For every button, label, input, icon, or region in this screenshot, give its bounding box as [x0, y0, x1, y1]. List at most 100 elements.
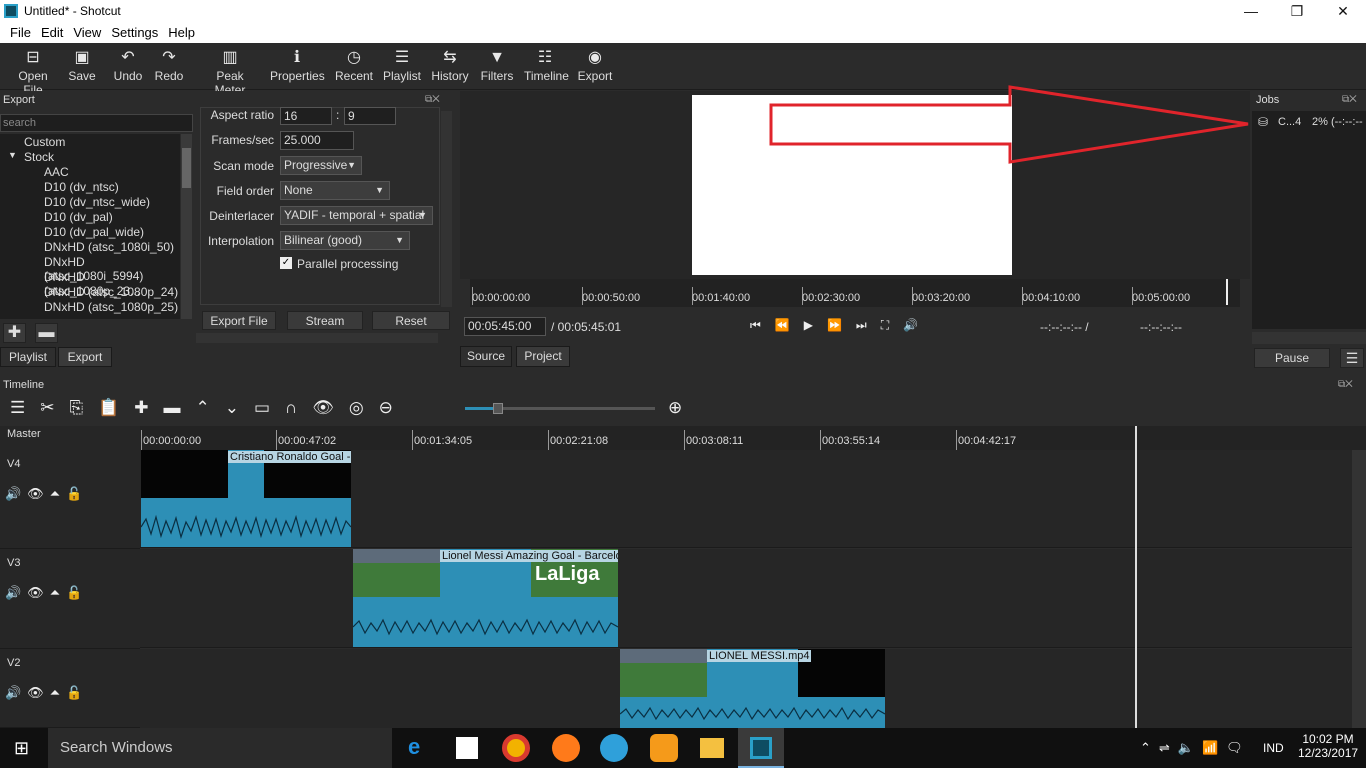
- list-item[interactable]: AAC: [44, 165, 69, 179]
- fps-field[interactable]: 25.000: [280, 131, 354, 150]
- export-button[interactable]: ◉ Export: [577, 49, 613, 83]
- track-lane-v3[interactable]: [140, 549, 1352, 648]
- field-order-select[interactable]: None ▼: [280, 181, 390, 200]
- track-header-v2[interactable]: V2 🔊👁⏶🔓: [0, 649, 140, 728]
- track-controls-icons[interactable]: 🔊👁⏶🔓: [5, 585, 88, 601]
- preset-list[interactable]: Custom ▼ Stock AAC D10 (dv_ntsc) D10 (dv…: [0, 134, 180, 319]
- timeline-button[interactable]: ☷ Timeline: [524, 49, 569, 83]
- file-explorer-icon[interactable]: [700, 738, 724, 758]
- peak-meter-button[interactable]: ▥ Peak Meter: [200, 49, 260, 97]
- open-file-button[interactable]: ⊟ Open File: [8, 49, 58, 97]
- player-ruler[interactable]: 00:00:00:00 00:00:50:00 00:01:40:00 00:0…: [470, 279, 1240, 307]
- export-file-button[interactable]: Export File: [202, 311, 276, 330]
- properties-button[interactable]: ℹ Properties: [270, 49, 325, 83]
- tab-playlist[interactable]: Playlist: [0, 347, 56, 367]
- save-button[interactable]: ▣ Save: [64, 49, 100, 83]
- group-stock[interactable]: Stock: [24, 150, 54, 164]
- menu-help[interactable]: Help: [163, 23, 200, 42]
- expand-arrow-icon[interactable]: ▼: [8, 150, 17, 160]
- windows-start-icon[interactable]: ⊞: [14, 738, 29, 759]
- track-controls-icons[interactable]: 🔊👁⏶🔓: [5, 486, 88, 502]
- minimize-button[interactable]: —: [1228, 2, 1274, 22]
- menu-edit[interactable]: Edit: [36, 23, 68, 42]
- timeline-float-close-icon[interactable]: ⧉✕: [1338, 379, 1353, 390]
- panel-float-close-icon[interactable]: ⧉✕: [425, 94, 440, 105]
- timeline-v-scrollbar[interactable]: [1352, 450, 1366, 728]
- job-name[interactable]: C...4: [1278, 116, 1301, 128]
- history-button[interactable]: ⇆ History: [430, 49, 470, 83]
- save-icon: ▣: [74, 49, 90, 66]
- info-icon: ℹ: [293, 49, 301, 66]
- list-item[interactable]: D10 (dv_ntsc): [44, 180, 119, 194]
- preset-search-input[interactable]: search: [0, 114, 193, 132]
- jobs-list[interactable]: ⛁ C...4 2% (--:--:--: [1252, 111, 1366, 329]
- zoom-slider[interactable]: [465, 403, 655, 414]
- parallel-processing-checkbox[interactable]: ✓: [280, 257, 292, 269]
- list-item[interactable]: DNxHD (atsc_1080i_50): [44, 240, 174, 254]
- preset-list-scrollbar[interactable]: [181, 134, 192, 319]
- jobs-h-scrollbar[interactable]: [1252, 332, 1366, 344]
- deinterlacer-select[interactable]: YADIF - temporal + spatial ▼: [280, 206, 433, 225]
- stream-button[interactable]: Stream: [287, 311, 363, 330]
- menu-settings[interactable]: Settings: [106, 23, 163, 42]
- export-panel: Export ⧉✕ search Custom ▼ Stock AAC D10 …: [0, 91, 455, 375]
- firefox-icon[interactable]: [552, 734, 580, 762]
- position-field[interactable]: 00:05:45:00: [464, 317, 546, 336]
- tab-project[interactable]: Project: [516, 346, 570, 367]
- list-item[interactable]: DNxHD (atsc_1080p_25): [44, 300, 178, 314]
- list-item[interactable]: D10 (dv_ntsc_wide): [44, 195, 150, 209]
- tab-export[interactable]: Export: [58, 347, 112, 367]
- edge-icon[interactable]: e: [408, 734, 420, 760]
- redo-button[interactable]: ↷ Redo: [151, 49, 187, 83]
- playhead[interactable]: [1226, 279, 1228, 305]
- clock[interactable]: 10:02 PM 12/23/2017: [1298, 732, 1358, 760]
- track-header-v3[interactable]: V3 🔊👁⏶🔓: [0, 549, 140, 649]
- tab-source[interactable]: Source: [460, 346, 512, 367]
- jobs-float-close-icon[interactable]: ⧉✕: [1342, 94, 1357, 105]
- clip-ronaldo[interactable]: Cristiano Ronaldo Goal -: [141, 450, 351, 547]
- reset-button[interactable]: Reset: [372, 311, 450, 330]
- taskbar-search[interactable]: Search Windows: [48, 728, 392, 768]
- telegram-icon[interactable]: [600, 734, 628, 762]
- settings-scrollbar[interactable]: [441, 111, 452, 307]
- remove-preset-button[interactable]: ▬: [35, 323, 58, 343]
- uc-browser-icon[interactable]: [650, 734, 678, 762]
- pause-button[interactable]: Pause: [1254, 348, 1330, 368]
- clock-date: 12/23/2017: [1298, 746, 1359, 760]
- system-tray-icons[interactable]: ⌃⇌🔈📶🗨: [1140, 740, 1251, 756]
- chrome-icon[interactable]: [502, 734, 530, 762]
- timeline-ruler[interactable]: 00:00:00:00 00:00:47:02 00:01:34:05 00:0…: [140, 426, 1366, 450]
- zoom-in-icon[interactable]: ⊕: [668, 398, 682, 418]
- menu-bar: File Edit View Settings Help: [0, 23, 1366, 43]
- undo-button[interactable]: ↶ Undo: [110, 49, 146, 83]
- scan-mode-select[interactable]: Progressive ▼: [280, 156, 362, 175]
- recent-button[interactable]: ◷ Recent: [334, 49, 374, 83]
- list-item[interactable]: D10 (dv_pal): [44, 210, 113, 224]
- clip-title: LIONEL MESSI.mp4: [707, 650, 812, 662]
- aspect-width-field[interactable]: 16: [280, 107, 332, 125]
- menu-file[interactable]: File: [5, 23, 36, 42]
- clip-messi-amazing-goal[interactable]: LaLiga Lionel Messi Amazing Goal - Barce…: [353, 549, 618, 647]
- filters-button[interactable]: ▼ Filters: [480, 49, 514, 83]
- list-item[interactable]: DNxHD (atsc_1080p_24): [44, 285, 178, 299]
- language-indicator[interactable]: IND: [1263, 741, 1284, 755]
- menu-view[interactable]: View: [68, 23, 106, 42]
- track-header-v4[interactable]: V4 🔊👁⏶🔓: [0, 450, 140, 549]
- jobs-menu-button[interactable]: ☰: [1340, 348, 1364, 368]
- aspect-height-field[interactable]: 9: [344, 107, 396, 125]
- settings-h-scrollbar[interactable]: [196, 333, 438, 343]
- add-preset-button[interactable]: ✚: [3, 323, 26, 343]
- playlist-button[interactable]: ☰ Playlist: [382, 49, 422, 83]
- timeline-toolbar[interactable]: ☰✂⎘📋✚▬⌃⌄▭∩👁◎⊖: [10, 398, 408, 418]
- close-button[interactable]: ✕: [1320, 2, 1366, 22]
- restore-button[interactable]: ❐: [1274, 2, 1320, 22]
- track-controls-icons[interactable]: 🔊👁⏶🔓: [5, 685, 88, 701]
- store-icon[interactable]: [456, 737, 478, 759]
- list-item[interactable]: D10 (dv_pal_wide): [44, 225, 144, 239]
- transport-controls[interactable]: ⏮⏪▶⏩⏭⛶🔊: [750, 318, 932, 333]
- group-custom[interactable]: Custom: [24, 135, 65, 149]
- shotcut-taskbar-button[interactable]: [738, 728, 784, 768]
- clip-lionel-messi-mp4[interactable]: LIONEL MESSI.mp4: [620, 649, 885, 728]
- interpolation-select[interactable]: Bilinear (good) ▼: [280, 231, 410, 250]
- timeline-playhead[interactable]: [1135, 426, 1137, 728]
